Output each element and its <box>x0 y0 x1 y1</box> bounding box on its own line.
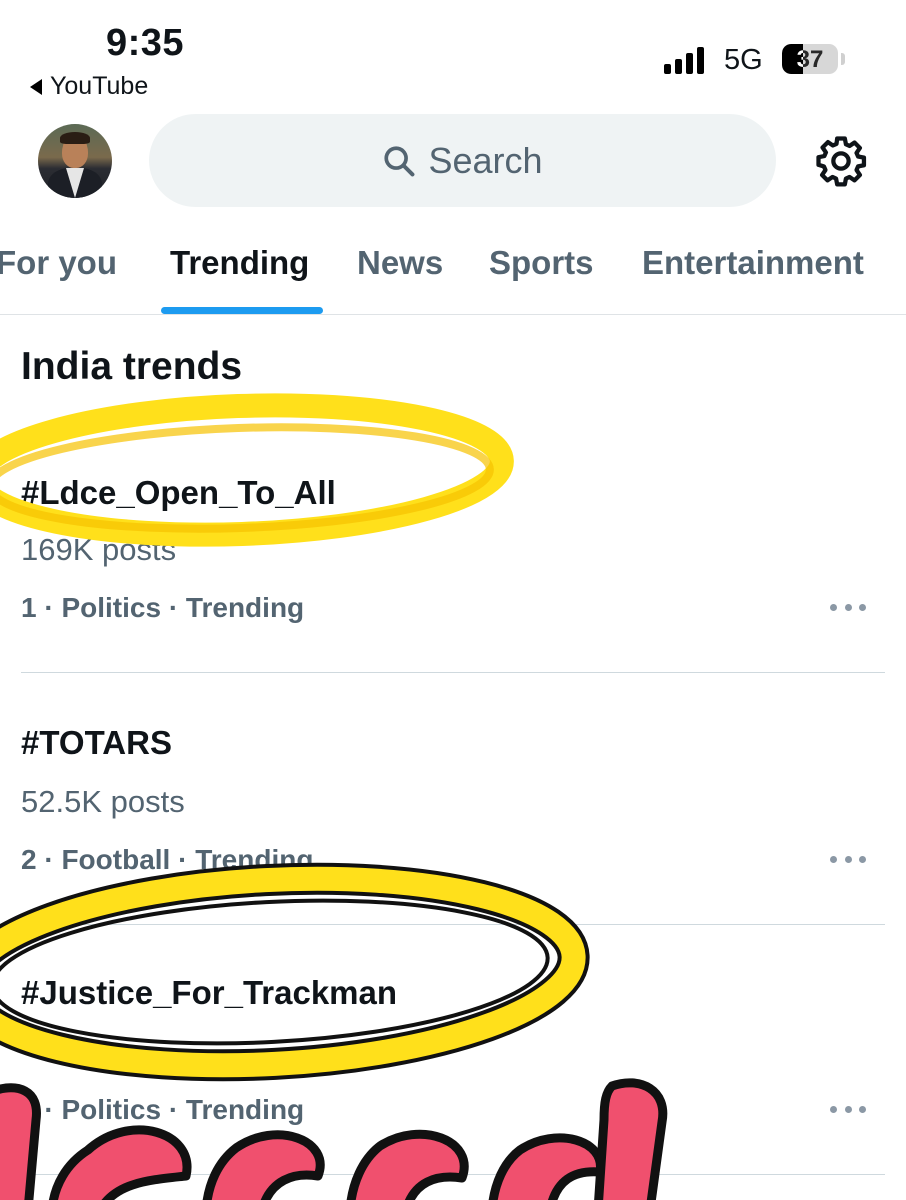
tabs-divider <box>0 314 906 315</box>
battery-icon: 37 <box>782 44 838 74</box>
search-icon <box>384 145 415 176</box>
trend-meta: 1 · Politics · Trending <box>21 592 305 623</box>
network-type: 5G <box>724 44 763 76</box>
tab-trending[interactable]: Trending <box>170 244 309 282</box>
back-arrow-icon <box>30 78 42 95</box>
trend-meta: 2 · Football · Trending <box>21 844 314 875</box>
trend-divider <box>21 1174 885 1175</box>
more-options-icon[interactable] <box>830 1106 866 1116</box>
trend-hashtag[interactable]: #Ldce_Open_To_All <box>21 474 336 512</box>
battery-tip <box>841 53 845 65</box>
cellular-signal-icon <box>664 46 704 74</box>
tab-sports[interactable]: Sports <box>489 244 594 282</box>
tab-news[interactable]: News <box>357 244 443 282</box>
back-to-app-link[interactable]: YouTube <box>30 72 148 101</box>
highlight-ring-outline <box>0 862 590 1082</box>
highlight-ring <box>0 866 586 1078</box>
tab-for-you[interactable]: For you <box>0 244 117 282</box>
trend-post-count: 169K posts <box>21 532 177 567</box>
explore-tabs: For you Trending News Sports Entertainme… <box>0 238 906 314</box>
section-title: India trends <box>21 345 243 388</box>
more-options-icon[interactable] <box>830 856 866 866</box>
highlight-ring <box>0 393 514 547</box>
profile-avatar[interactable] <box>38 124 112 198</box>
back-app-label: YouTube <box>50 72 149 100</box>
tab-entertainment[interactable]: Entertainment <box>642 244 864 282</box>
search-placeholder: Search <box>428 139 543 181</box>
trend-hashtag[interactable]: #Justice_For_Trackman <box>21 974 397 1012</box>
gear-icon[interactable] <box>814 134 868 188</box>
highlight-ring-inner-line <box>0 898 550 1046</box>
trend-divider <box>21 924 885 925</box>
highlight-ring <box>0 397 512 543</box>
battery-percent: 37 <box>796 46 824 73</box>
search-bar[interactable]: Search <box>149 114 776 207</box>
active-tab-indicator <box>161 307 323 314</box>
trend-hashtag[interactable]: #TOTARS <box>21 724 172 762</box>
trend-divider <box>21 672 885 673</box>
status-time: 9:35 <box>106 22 185 64</box>
more-options-icon[interactable] <box>830 604 866 614</box>
trend-meta: 3 · Politics · Trending <box>21 1094 305 1125</box>
trend-post-count: 52.5K posts <box>21 784 185 819</box>
